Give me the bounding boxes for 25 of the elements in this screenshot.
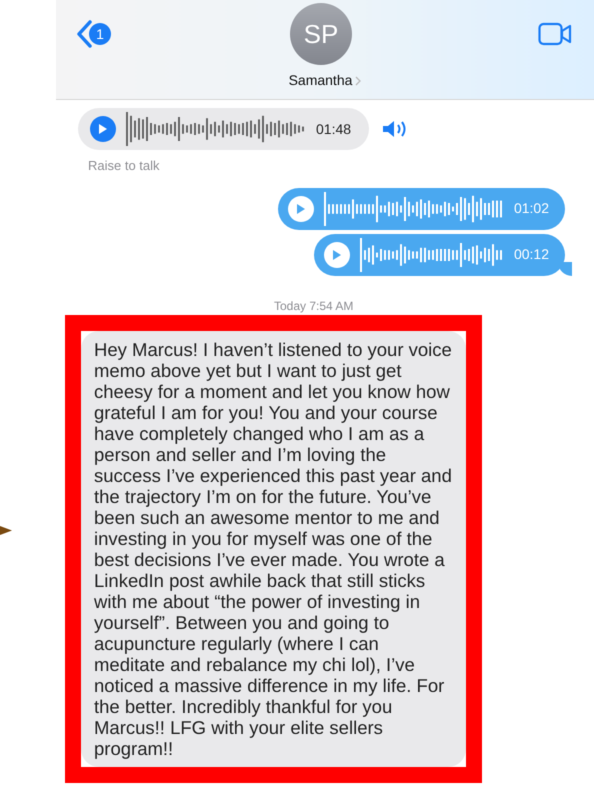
voice-message-bubble[interactable]: 00:12 [314,234,565,276]
chevron-left-icon [76,20,92,48]
voice-message-bubble[interactable]: 01:02 [278,188,565,230]
play-button[interactable] [324,242,350,268]
unread-badge: 1 [89,23,111,45]
timestamp: Today 7:54 AM [274,298,354,314]
audio-duration: 01:02 [514,199,549,218]
message-bubble: Hey Marcus! I haven’t listened to your voice memo above yet but I want to just get cheesy for a moment and let you know how grateful I am for you! You and your course have completely changed who I am as a person and seller and I’m loving the success I’ve experienced this past year and the trajectory I’m on for the future. You’ve been such an awesome mentor to me and investing in you for myself was one of the best decisions I’ve ever made. You wrote a LinkedIn post awhile back that still sticks with me about “the power of investing in yourself”. Between you and going to acupuncture regularly (where I can meditate and rebalance my chi lol), I’ve noticed a massive difference in my life. For the better. Incredibly thankful for you Marcus!! LFG with your elite sellers program!! [81,330,466,766]
back-button[interactable]: 1 [76,20,111,48]
bubble-tail [558,262,572,276]
play-button[interactable] [288,196,314,222]
chevron-right-icon [355,76,362,86]
audio-duration: 01:48 [316,120,352,138]
play-icon [296,202,306,214]
video-camera-icon [538,22,572,46]
play-icon [98,123,108,135]
play-button[interactable] [90,116,116,142]
video-call-button[interactable] [538,22,572,46]
audio-duration: 00:12 [514,245,549,264]
play-icon [332,248,342,260]
avatar[interactable]: SP [290,3,352,65]
contact-name[interactable]: Samantha [288,70,352,91]
arrowhead-icon [0,526,12,535]
raise-to-talk-hint: Raise to talk [88,157,161,175]
voice-message-bubble[interactable]: 01:48 [78,108,370,150]
